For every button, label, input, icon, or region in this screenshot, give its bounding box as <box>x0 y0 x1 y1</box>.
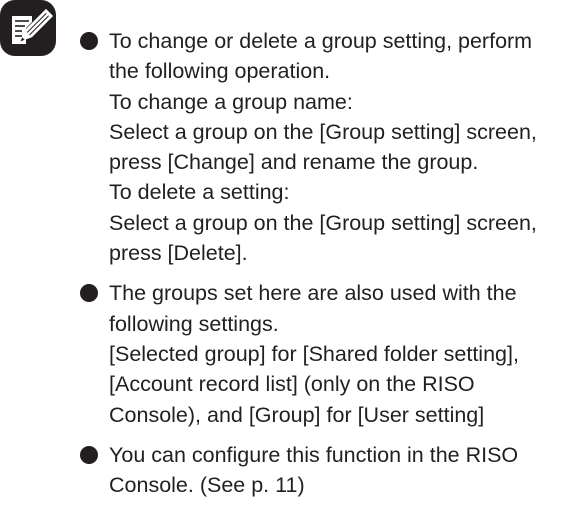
note-line: [Selected group] for [Shared folder sett… <box>109 341 519 366</box>
note-item-riso-console: You can configure this function in the R… <box>80 440 585 501</box>
note-line: Select a group on the [Group setting] sc… <box>109 119 537 144</box>
bullet-icon <box>80 284 98 303</box>
note-line: press [Change] and rename the group. <box>109 150 479 175</box>
note-line: To change or delete a group setting, per… <box>109 29 533 53</box>
note-list: To change or delete a group setting, per… <box>80 26 585 500</box>
note-line: the following operation. <box>109 59 331 84</box>
bullet-icon <box>80 32 98 50</box>
note-item-groups-used: The groups set here are also used with t… <box>80 278 585 429</box>
note-line: To change a group name: <box>109 89 353 114</box>
note-line: Console. (See p. 11) <box>109 473 305 498</box>
note-line: Select a group on the [Group setting] sc… <box>109 210 537 235</box>
note-line: press [Delete]. <box>109 241 248 266</box>
note-item-group-change-delete: To change or delete a group setting, per… <box>80 26 585 268</box>
note-pencil-icon <box>0 0 56 56</box>
note-line: Console), and [Group] for [User setting] <box>109 402 485 427</box>
note-line: You can configure this function in the R… <box>109 442 519 467</box>
bullet-icon <box>80 445 98 464</box>
note-line: To delete a setting: <box>109 180 290 205</box>
note-line: The groups set here are also used with t… <box>109 281 517 306</box>
note-line: [Account record list] (only on the RISO <box>109 372 475 397</box>
note-line: following settings. <box>109 311 279 336</box>
